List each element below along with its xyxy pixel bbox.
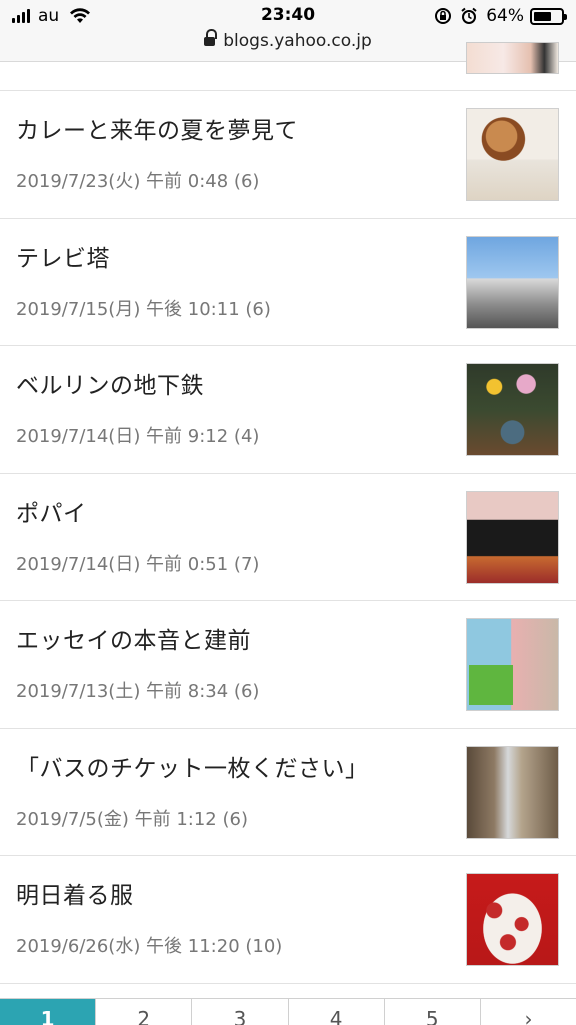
page-button-4[interactable]: 4 (288, 999, 385, 1025)
list-item[interactable]: テレビ塔 2019/7/15(月) 午後 10:11 (6) (0, 219, 576, 346)
list-item[interactable]: 明日着る服 2019/6/26(水) 午後 11:20 (10) (0, 856, 576, 984)
post-thumbnail[interactable] (466, 235, 559, 329)
rotation-lock-icon (435, 8, 452, 24)
list-item[interactable]: ベルリンの地下鉄 2019/7/14(日) 午前 9:12 (4) (0, 346, 576, 474)
page-button-2[interactable]: 2 (96, 999, 193, 1025)
right-status-area: 64% (426, 6, 567, 26)
post-meta: 2019/7/14(日) 午前 0:51 (7) (16, 553, 260, 575)
post-title[interactable]: 「バスのチケット一枚ください」 (16, 749, 369, 783)
post-thumbnail (466, 42, 559, 74)
list-item[interactable]: カレーと来年の夏を夢見て 2019/7/23(火) 午前 0:48 (6) (0, 91, 576, 219)
lock-icon (204, 29, 218, 47)
page-button-1[interactable]: 1 (0, 999, 97, 1025)
page-button-3[interactable]: 3 (192, 999, 289, 1025)
post-meta: 2019/7/14(日) 午前 9:12 (4) (16, 426, 260, 447)
battery-percent: 64% (486, 6, 524, 26)
list-item[interactable]: ポパイ 2019/7/14(日) 午前 0:51 (7) (0, 474, 576, 601)
list-item-partial[interactable] (0, 42, 576, 91)
system-status-row: au 23:40 64% (0, 4, 576, 30)
post-title[interactable]: テレビ塔 (16, 239, 110, 273)
post-thumbnail[interactable] (466, 618, 559, 711)
post-thumbnail[interactable] (466, 873, 559, 966)
page-button-5[interactable]: 5 (384, 999, 481, 1025)
post-meta: 2019/7/15(月) 午後 10:11 (6) (16, 298, 271, 320)
next-page-button[interactable]: › (480, 999, 576, 1025)
alarm-icon (461, 7, 477, 24)
post-title[interactable]: 明日着る服 (16, 876, 134, 910)
pagination: 1 2 3 4 5 › (0, 998, 576, 1025)
battery-fill (534, 11, 551, 21)
post-title[interactable]: ベルリンの地下鉄 (16, 366, 204, 400)
post-meta: 2019/6/26(水) 午後 11:20 (10) (16, 936, 283, 957)
url-text: blogs.yahoo.co.jp (223, 31, 372, 51)
post-thumbnail[interactable] (466, 490, 559, 584)
post-title[interactable]: カレーと来年の夏を夢見て (16, 111, 298, 145)
post-thumbnail[interactable] (466, 745, 559, 839)
post-meta: 2019/7/23(火) 午前 0:48 (6) (16, 171, 260, 192)
list-item[interactable]: 「バスのチケット一枚ください」 2019/7/5(金) 午前 1:12 (6) (0, 729, 576, 856)
list-item[interactable]: エッセイの本音と建前 2019/7/13(土) 午前 8:34 (6) (0, 601, 576, 729)
post-list: カレーと来年の夏を夢見て 2019/7/23(火) 午前 0:48 (6) テレ… (0, 42, 576, 984)
post-title[interactable]: エッセイの本音と建前 (16, 621, 251, 655)
post-title[interactable]: ポパイ (16, 494, 87, 528)
book-cover-shape (469, 665, 513, 705)
post-thumbnail[interactable] (466, 363, 559, 456)
post-meta: 2019/7/13(土) 午前 8:34 (6) (16, 681, 260, 702)
battery-icon (530, 7, 567, 25)
post-meta: 2019/7/5(金) 午前 1:12 (6) (16, 808, 248, 830)
post-thumbnail[interactable] (466, 108, 559, 201)
